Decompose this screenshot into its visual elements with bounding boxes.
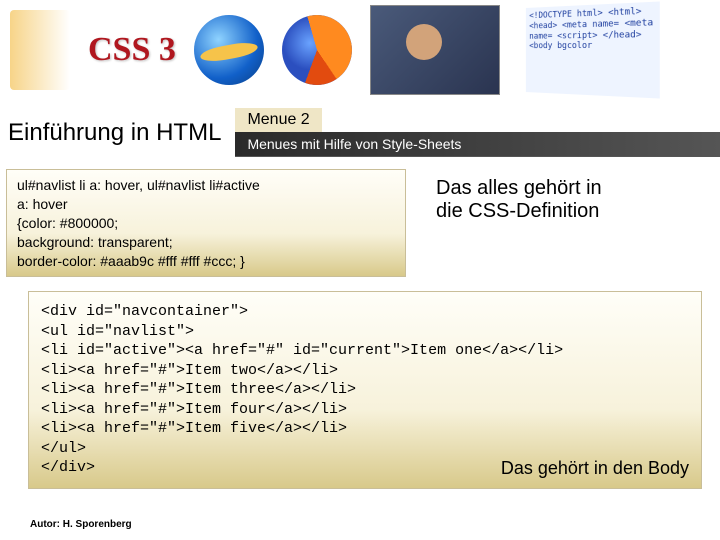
annotation-line: Das alles gehört in [436,177,602,200]
title-caption-bottom: Menues mit Hilfe von Style-Sheets [235,132,720,156]
page-title: Einführung in HTML [0,115,235,151]
body-annotation: Das gehört in den Body [501,457,689,480]
title-bar: Einführung in HTML Menue 2 Menues mit Hi… [0,108,720,157]
html-line: <li><a href="#">Item four</a></li> [41,400,689,420]
internet-explorer-icon [194,15,264,85]
html-line: <li><a href="#">Item two</a></li> [41,361,689,381]
css-line: a: hover [17,195,395,214]
html-body-card: <div id="navcontainer"> <ul id="navlist"… [28,291,702,489]
css3-logo: CSS 3 [88,31,176,69]
annotation-line: die CSS-Definition [436,200,602,223]
firefox-icon [282,15,352,85]
html-line: <div id="navcontainer"> [41,302,689,322]
css-annotation: Das alles gehört in die CSS-Definition [436,169,602,223]
html-line: </ul> [41,439,689,459]
html-line: <li id="active"><a href="#" id="current"… [41,341,689,361]
css-line: {color: #800000; [17,214,395,233]
content-row: ul#navlist li a: hover, ul#navlist li#ac… [0,169,720,277]
title-caption-block: Menue 2 Menues mit Hilfe von Style-Sheet… [235,108,720,157]
presenter-photo [370,5,500,95]
css-definition-card: ul#navlist li a: hover, ul#navlist li#ac… [6,169,406,277]
author-footer: Autor: H. Sporenberg [30,519,132,530]
css-line: ul#navlist li a: hover, ul#navlist li#ac… [17,176,395,195]
html-line: <li><a href="#">Item three</a></li> [41,380,689,400]
title-caption-top: Menue 2 [235,108,321,132]
css-line: border-color: #aaab9c #fff #fff #ccc; } [17,252,395,271]
html-line: <li><a href="#">Item five</a></li> [41,419,689,439]
html-line: <ul id="navlist"> [41,322,689,342]
html5-shield-icon [10,10,70,90]
header-banner: CSS 3 <!DOCTYPE html> <html> <head> <met… [0,0,720,100]
code-background-graphic: <!DOCTYPE html> <html> <head> <meta name… [526,2,660,99]
css-line: background: transparent; [17,233,395,252]
